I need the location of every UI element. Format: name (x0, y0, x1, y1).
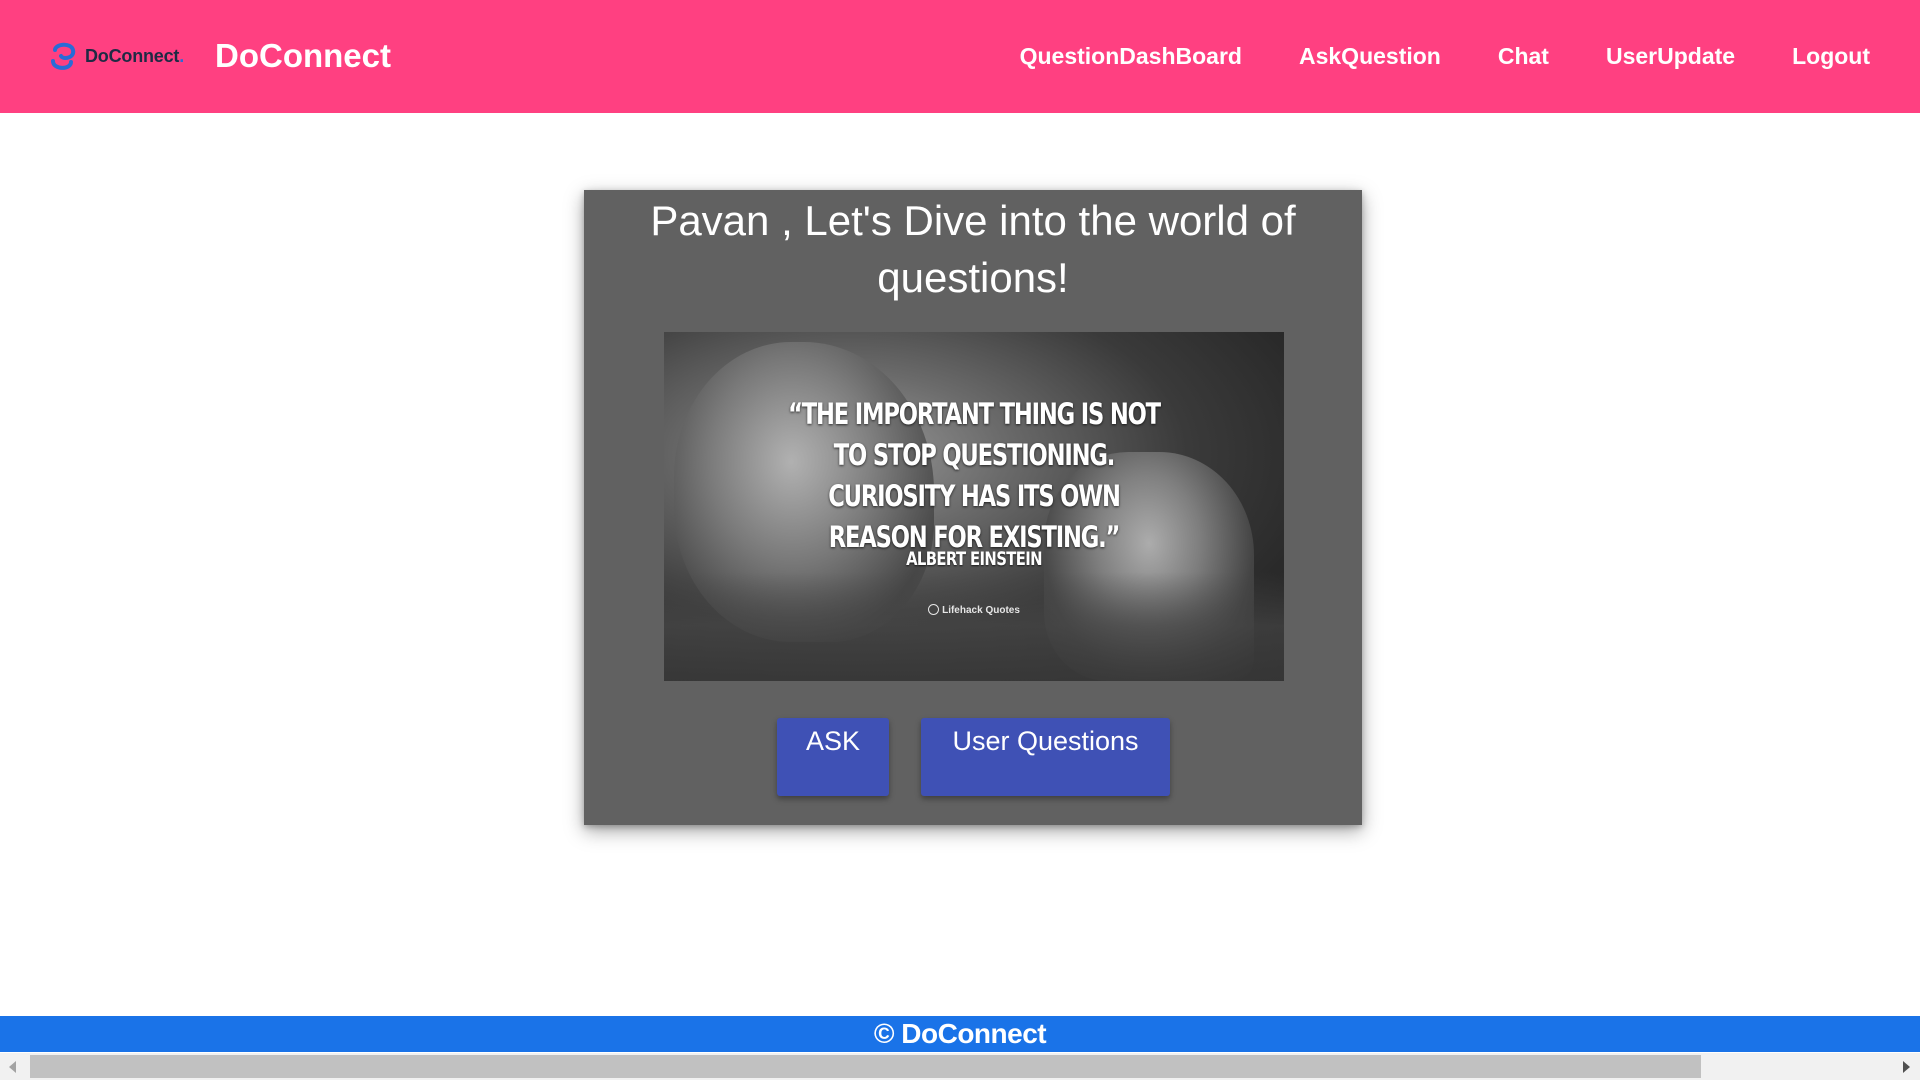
doconnect-logo-icon (51, 42, 76, 70)
ask-button[interactable]: ASK (777, 718, 889, 796)
brand-title[interactable]: DoConnect (215, 36, 391, 76)
welcome-heading: Pavan , Let's Dive into the world of que… (650, 197, 1296, 301)
scroll-right-arrow-icon[interactable] (1903, 1061, 1910, 1073)
quote-author: ALBERT EINSTEIN (906, 548, 1042, 570)
logo-wordmark: DoConnect. (85, 45, 185, 66)
user-questions-button[interactable]: User Questions (921, 718, 1170, 796)
doconnect-logo[interactable]: DoConnect. (49, 40, 184, 72)
quote-source-label: Lifehack Quotes (942, 605, 1020, 616)
scroll-left-arrow-icon[interactable] (9, 1061, 16, 1073)
nav-link-chat[interactable]: Chat (1498, 40, 1549, 72)
nav-link-user-update[interactable]: UserUpdate (1606, 40, 1735, 72)
quote-source: Lifehack Quotes (664, 604, 1284, 616)
top-navbar: DoConnect. DoConnect QuestionDashBoard A… (0, 0, 1920, 113)
scrollbar-thumb[interactable] (30, 1055, 1701, 1078)
horizontal-scrollbar[interactable] (0, 1053, 1920, 1080)
welcome-card: Pavan , Let's Dive into the world of que… (584, 190, 1362, 825)
nav-links: QuestionDashBoard AskQuestion Chat UserU… (963, 40, 1870, 72)
quote-text: “THE IMPORTANT THING IS NOT TO STOP QUES… (788, 397, 1161, 554)
nav-link-logout[interactable]: Logout (1792, 40, 1870, 72)
nav-link-question-dashboard[interactable]: QuestionDashBoard (1020, 40, 1242, 72)
lifehack-icon (928, 604, 940, 615)
footer: © DoConnect (0, 1016, 1920, 1052)
einstein-quote-image: “THE IMPORTANT THING IS NOT TO STOP QUES… (664, 332, 1284, 681)
portrait-sweater-shading (664, 572, 1284, 681)
nav-link-ask-question[interactable]: AskQuestion (1299, 40, 1441, 72)
